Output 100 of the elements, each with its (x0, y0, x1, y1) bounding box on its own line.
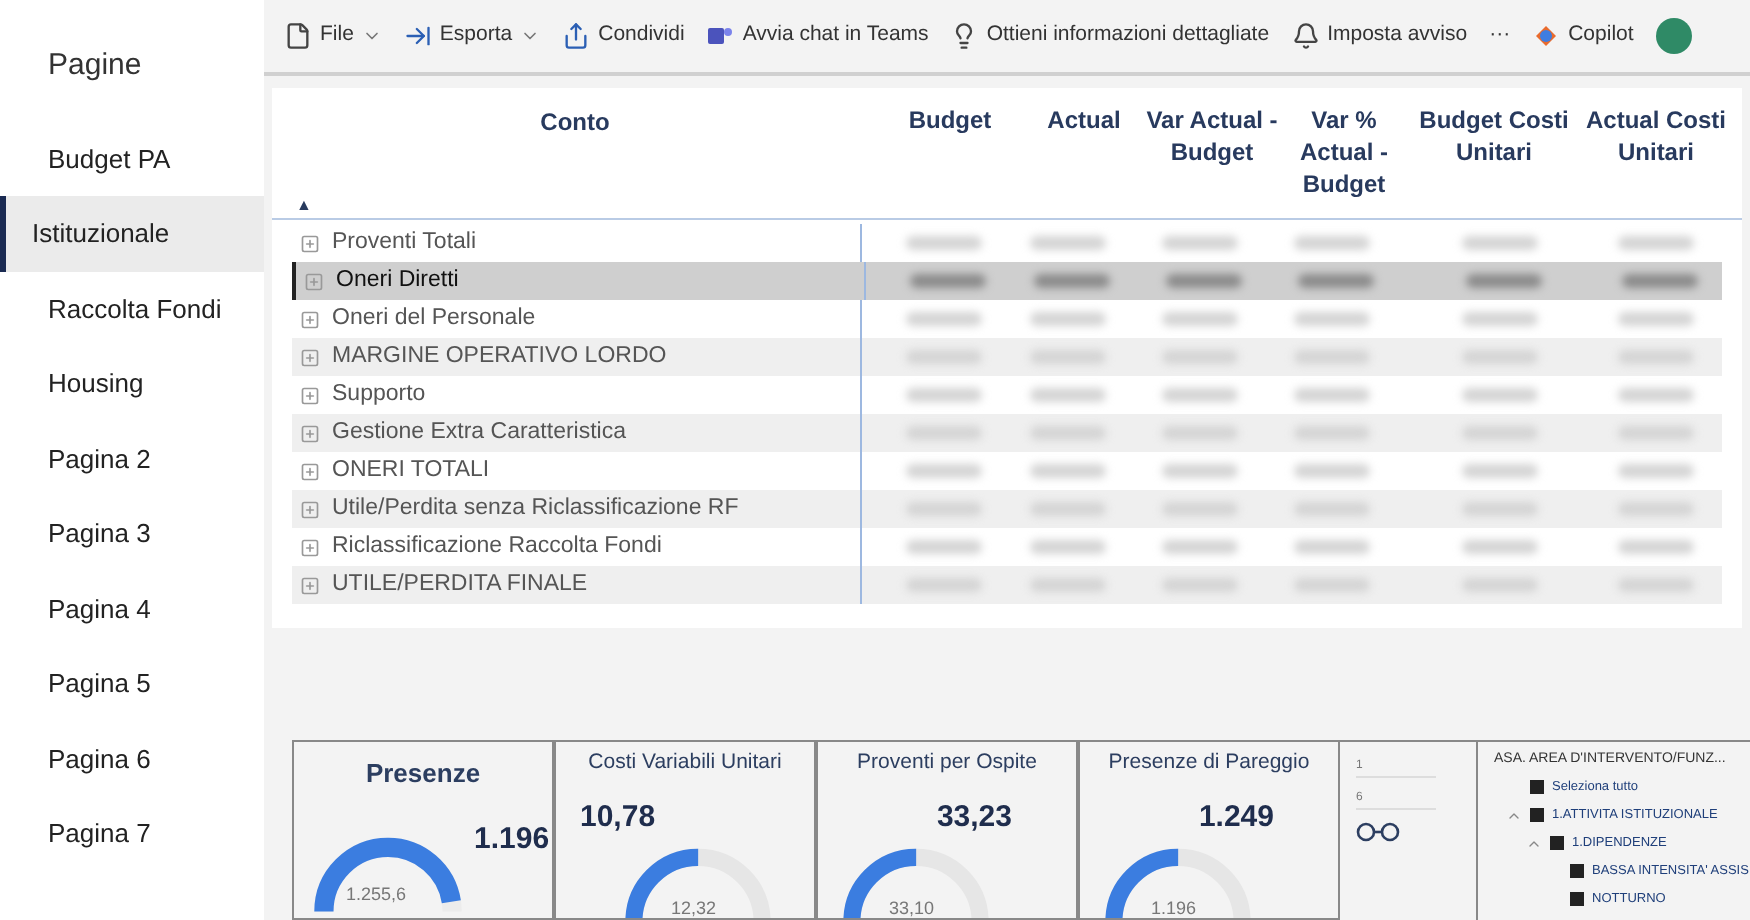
expand-icon[interactable] (300, 385, 320, 405)
expand-icon[interactable] (300, 537, 320, 557)
expand-icon[interactable] (300, 347, 320, 367)
sidebar-item[interactable]: Pagina 6 (0, 721, 264, 796)
table-row[interactable]: UTILE/PERDITA FINALE (292, 566, 1722, 604)
toolbar-button[interactable]: Esporta (403, 20, 541, 52)
kpi-value: 1.249 (1198, 797, 1274, 838)
expand-icon[interactable] (304, 271, 324, 291)
sort-indicator[interactable]: ▲ (296, 194, 312, 218)
card-title: Proventi per Ospite (857, 748, 1037, 778)
column-header[interactable]: Var Actual - Budget (1146, 104, 1278, 218)
arrow-icon (403, 22, 432, 50)
row-label: Oneri del Personale (332, 303, 536, 334)
expand-icon[interactable] (300, 575, 320, 595)
row-label: Riclassificazione Raccolta Fondi (332, 531, 662, 562)
blurred-value (1618, 312, 1694, 326)
column-header[interactable]: Budget (908, 104, 992, 218)
blurred-value (1466, 274, 1542, 288)
blurred-value (1166, 274, 1242, 288)
blurred-value (906, 312, 982, 326)
expand-icon[interactable] (300, 423, 320, 443)
table-row[interactable]: MARGINE OPERATIVO LORDO (292, 338, 1722, 376)
blurred-value (1618, 388, 1694, 402)
card-title: Presenze (365, 756, 481, 792)
blurred-value (1030, 236, 1106, 250)
sidebar-item[interactable]: Budget PA (0, 121, 264, 196)
sidebar-title: Pagine (46, 46, 144, 86)
blurred-value (1034, 274, 1110, 288)
expand-icon[interactable] (300, 233, 320, 253)
copilot-icon (1532, 22, 1561, 50)
card-title: Costi Variabili Unitari (588, 748, 782, 778)
blurred-value (1462, 388, 1538, 402)
column-header[interactable]: Budget Costi Unitari (1410, 104, 1578, 218)
checkbox[interactable] (1550, 836, 1564, 850)
row-label: Gestione Extra Caratteristica (332, 417, 627, 448)
table-row[interactable]: Oneri Diretti (292, 262, 1722, 300)
avatar[interactable] (1655, 18, 1692, 54)
document-icon (284, 22, 312, 50)
blurred-value (1462, 464, 1538, 478)
blurred-value (1622, 274, 1698, 288)
toolbar-button[interactable]: Imposta avviso (1291, 20, 1468, 52)
sidebar-item[interactable]: Raccolta Fondi (0, 271, 264, 346)
sidebar-item[interactable]: Pagina 7 (0, 796, 264, 871)
toolbar-button[interactable]: Ottieni informazioni dettagliate (950, 20, 1270, 52)
sidebar-item[interactable]: Pagina 2 (0, 421, 264, 496)
blurred-value (1030, 312, 1106, 326)
blurred-value (1462, 540, 1538, 554)
blurred-value (1162, 388, 1238, 402)
column-header[interactable]: Conto (540, 104, 610, 140)
card-title: Presenze di Pareggio (1108, 748, 1310, 778)
blurred-value (906, 236, 982, 250)
row-label: Utile/Perdita senza Riclassificazione RF (332, 493, 739, 524)
toolbar-button[interactable]: File (284, 20, 382, 52)
column-header[interactable]: Actual Costi Unitari (1578, 104, 1734, 218)
column-header[interactable]: Actual (1047, 104, 1121, 218)
blurred-value (906, 464, 982, 478)
blurred-value (1030, 540, 1106, 554)
checkbox[interactable] (1570, 864, 1584, 878)
expand-icon[interactable] (300, 461, 320, 481)
blurred-value (1162, 312, 1238, 326)
checkbox[interactable] (1530, 808, 1544, 822)
bell-icon (1291, 22, 1320, 50)
toolbar-button[interactable]: Avvia chat in Teams (706, 20, 929, 52)
sidebar-item[interactable]: Pagina 4 (0, 571, 264, 646)
blurred-value (1030, 388, 1106, 402)
toolbar-button[interactable]: Copilot (1532, 20, 1634, 52)
expand-icon[interactable] (300, 309, 320, 329)
glasses-icon (1356, 822, 1404, 842)
blurred-value (1618, 540, 1694, 554)
blurred-value (1294, 464, 1370, 478)
share-icon (562, 22, 591, 50)
blurred-value (1162, 540, 1238, 554)
kpi-value: 10,78 (580, 797, 656, 838)
sidebar-item[interactable]: Housing (0, 346, 264, 421)
blurred-value (1298, 274, 1374, 288)
blurred-value (1162, 464, 1238, 478)
column-header[interactable]: Var % Actual - Budget (1278, 104, 1410, 218)
gauge-target: 33,10 (889, 896, 935, 918)
table-row[interactable]: Utile/Perdita senza Riclassificazione RF (292, 490, 1722, 528)
row-label: ONERI TOTALI (332, 455, 490, 486)
sidebar-item[interactable]: Istituzionale (0, 196, 264, 271)
toolbar-button[interactable]: Condividi (562, 20, 685, 52)
toolbar-button[interactable]: ··· (1489, 20, 1511, 52)
checkbox[interactable] (1570, 892, 1584, 906)
expand-icon[interactable] (300, 499, 320, 519)
table-row[interactable]: Gestione Extra Caratteristica (292, 414, 1722, 452)
row-label: MARGINE OPERATIVO LORDO (332, 341, 667, 372)
blurred-value (1294, 312, 1370, 326)
sidebar-item[interactable]: Pagina 3 (0, 496, 264, 571)
row-label: Oneri Diretti (336, 265, 459, 296)
blurred-value (1618, 236, 1694, 250)
checkbox[interactable] (1530, 780, 1544, 794)
blurred-value (1462, 236, 1538, 250)
kpi-value: 1.196 (474, 819, 550, 859)
chat-icon (706, 22, 735, 50)
kpi-value: 33,23 (936, 797, 1012, 838)
sidebar-item[interactable]: Pagina 5 (0, 646, 264, 721)
blurred-value (1462, 312, 1538, 326)
gauge-target: 12,32 (671, 896, 717, 918)
blurred-value (1162, 236, 1238, 250)
